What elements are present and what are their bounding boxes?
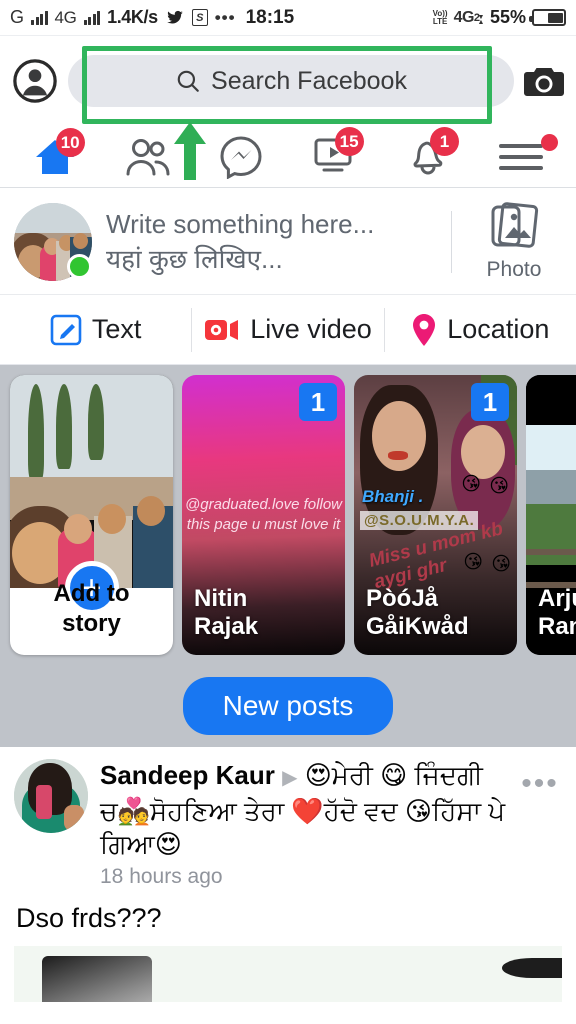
story-count-badge: 1 [299,383,337,421]
post-headline: Sandeep Kaur ▶ 😍ਮੇਰੀ 😋 ਜਿੰਦਗੀ ਚ💑ਸੋਹਣਿਆ ਤ… [100,759,506,861]
sidebar-item-messenger[interactable] [195,126,288,187]
kiss-emoji-1: 😘 [461,474,481,495]
sim-indicator: 4G 2 ▼ ▲ [453,8,485,27]
watch-badge: 15 [334,127,364,156]
add-to-story-thumbnail [10,375,173,588]
battery-percent: 55% [489,7,526,27]
composer-placeholder-hi: यहां कुछ लिखिए... [106,244,283,274]
story-name: Arjun Rana [538,585,576,640]
messenger-icon [220,135,262,179]
data-arrows-icon: ▼ ▲ [477,14,485,26]
location-action-label: Location [447,314,550,344]
composer-placeholder[interactable]: Write something here... यहां कुछ लिखिए..… [106,207,437,277]
search-icon [177,70,199,92]
location-pin-icon [413,313,436,346]
notifications-badge: 1 [429,127,459,156]
post-attached-photo[interactable] [14,946,562,1002]
sidebar-item-notifications[interactable]: 1 [381,126,474,187]
friends-icon [126,138,170,175]
composer-action-row: Text Live video Location [0,295,576,365]
home-badge: 10 [55,128,85,157]
sidebar-item-menu[interactable] [475,126,568,187]
caret-right-icon: ▶ [282,767,298,789]
story-card-pooja[interactable]: Bhanji . @S.O.U.M.Y.A. Miss u mom kb ayg… [354,375,517,655]
story-name: Nitin Rajak [194,585,259,640]
feed-post: Sandeep Kaur ▶ 😍ਮੇਰੀ 😋 ਜਿੰਦਗੀ ਚ💑ਸੋਹਣਿਆ ਤ… [0,747,576,1002]
clock: 18:15 [245,6,295,28]
top-bar: Search Facebook [0,36,576,126]
search-placeholder: Search Facebook [211,66,407,95]
s-app-icon: S [191,9,208,26]
status-bar-left: G 4G 1.4K/s S ••• 18:15 [10,7,433,29]
post-meta: Sandeep Kaur ▶ 😍ਮੇਰੀ 😋 ਜਿੰਦਗੀ ਚ💑ਸੋਹਣਿਆ ਤ… [100,759,506,889]
photo-button[interactable]: Photo [466,202,562,282]
text-compose-icon [50,314,82,345]
composer-placeholder-en: Write something here... [106,209,375,239]
new-posts-button[interactable]: New posts [182,677,394,735]
network-letter: G [10,7,25,27]
story-name: PòóJå GåiKwåd [366,585,469,640]
online-status-dot [67,254,92,279]
network-type: 4G [54,7,77,27]
live-video-icon [205,319,239,340]
stories-carousel[interactable]: + Add to story @graduated.love follow th… [0,365,576,665]
story-tag: Bhanji . [362,487,424,506]
photo-button-label: Photo [486,258,542,281]
live-video-action-button[interactable]: Live video [191,307,383,352]
kiss-emoji-3: 😘 [463,552,483,573]
hamburger-menu-icon [499,143,544,170]
composer-divider [451,211,452,273]
camera-icon[interactable] [524,62,564,100]
new-posts-bar: New posts [0,665,576,747]
post-timestamp: 18 hours ago [100,865,223,888]
add-to-story-label: Add to story [53,580,130,637]
story-card-arjun[interactable]: Arjun Rana [526,375,576,655]
profile-avatar-icon[interactable] [12,58,58,104]
data-speed: 1.4K/s [107,7,158,27]
search-input[interactable]: Search Facebook [68,55,514,107]
sidebar-item-watch[interactable]: 15 [288,126,381,187]
status-bar-right: Vo)) LTE 4G 2 ▼ ▲ 55% [433,7,566,28]
more-dots-icon: ••• [214,7,236,27]
more-options-icon[interactable]: ••• [518,759,562,799]
post-author-avatar[interactable] [14,759,88,833]
story-count-badge: 1 [471,383,509,421]
text-action-button[interactable]: Text [0,308,191,352]
up-arrow-annotation-icon [174,122,206,180]
add-to-story-card[interactable]: + Add to story [10,375,173,655]
volte-icon: Vo)) LTE [432,8,448,26]
live-video-action-label: Live video [250,314,372,344]
text-action-label: Text [91,314,142,344]
story-overlay-text: @graduated.love follow this page u must … [185,496,342,533]
post-author-name[interactable]: Sandeep Kaur [100,760,275,790]
kiss-emoji-4: 😘 [491,554,511,575]
status-bar: G 4G 1.4K/s S ••• 18:15 Vo)) LTE 4G 2 ▼ ▲ … [0,0,576,36]
photo-stack-icon [491,202,539,248]
menu-dot-badge [540,134,558,151]
nav-tab-bar: 10 15 1 [0,126,576,188]
battery-icon [529,9,566,26]
story-card-nitin[interactable]: @graduated.love follow this page u must … [182,375,345,655]
kiss-emoji-2: 😘 [489,476,509,497]
location-action-button[interactable]: Location [383,307,576,352]
avatar[interactable] [14,203,92,281]
sidebar-item-home[interactable]: 10 [8,126,101,187]
signal-bars-icon-1 [31,10,48,25]
composer[interactable]: Write something here... यहां कुछ लिखिए..… [0,188,576,295]
post-header: Sandeep Kaur ▶ 😍ਮੇਰੀ 😋 ਜਿੰਦਗੀ ਚ💑ਸੋਹਣਿਆ ਤ… [14,759,562,889]
signal-bars-icon-2 [83,10,101,25]
twitter-icon [166,10,183,24]
post-body-text: Dso frds??? [16,903,162,933]
